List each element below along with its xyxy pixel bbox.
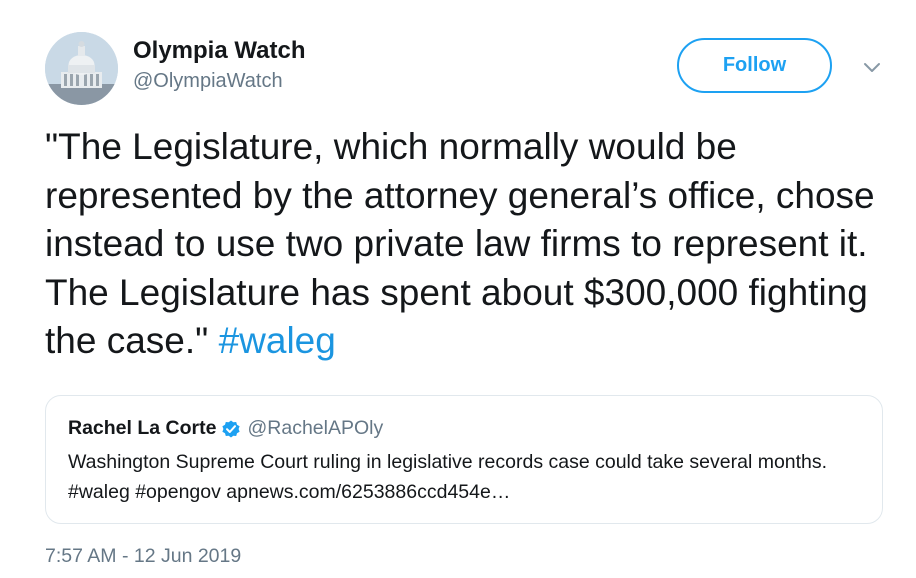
chevron-down-icon[interactable] — [860, 58, 884, 78]
tweet-timestamp[interactable]: 7:57 AM - 12 Jun 2019 — [45, 545, 241, 568]
author-name[interactable]: Olympia Watch — [133, 37, 305, 65]
author-handle[interactable]: @OlympiaWatch — [133, 70, 283, 93]
quoted-author-handle: @RachelAPOly — [247, 417, 384, 439]
quoted-tweet-header: Rachel La Corte @RachelAPOly — [68, 417, 383, 440]
tweet-text: "The Legislature, which normally would b… — [45, 123, 895, 366]
author-avatar[interactable] — [45, 32, 118, 105]
quoted-author-name: Rachel La Corte — [68, 417, 217, 439]
capitol-dome-avatar-icon — [45, 32, 118, 105]
follow-button[interactable]: Follow — [677, 38, 832, 93]
quoted-tweet-card[interactable]: Rachel La Corte @RachelAPOly Washington … — [45, 395, 883, 524]
verified-badge-icon — [221, 419, 241, 439]
quoted-tweet-text: Washington Supreme Court ruling in legis… — [68, 451, 828, 503]
tweet-body: "The Legislature, which normally would b… — [45, 126, 875, 361]
hashtag-link[interactable]: #waleg — [219, 320, 336, 361]
